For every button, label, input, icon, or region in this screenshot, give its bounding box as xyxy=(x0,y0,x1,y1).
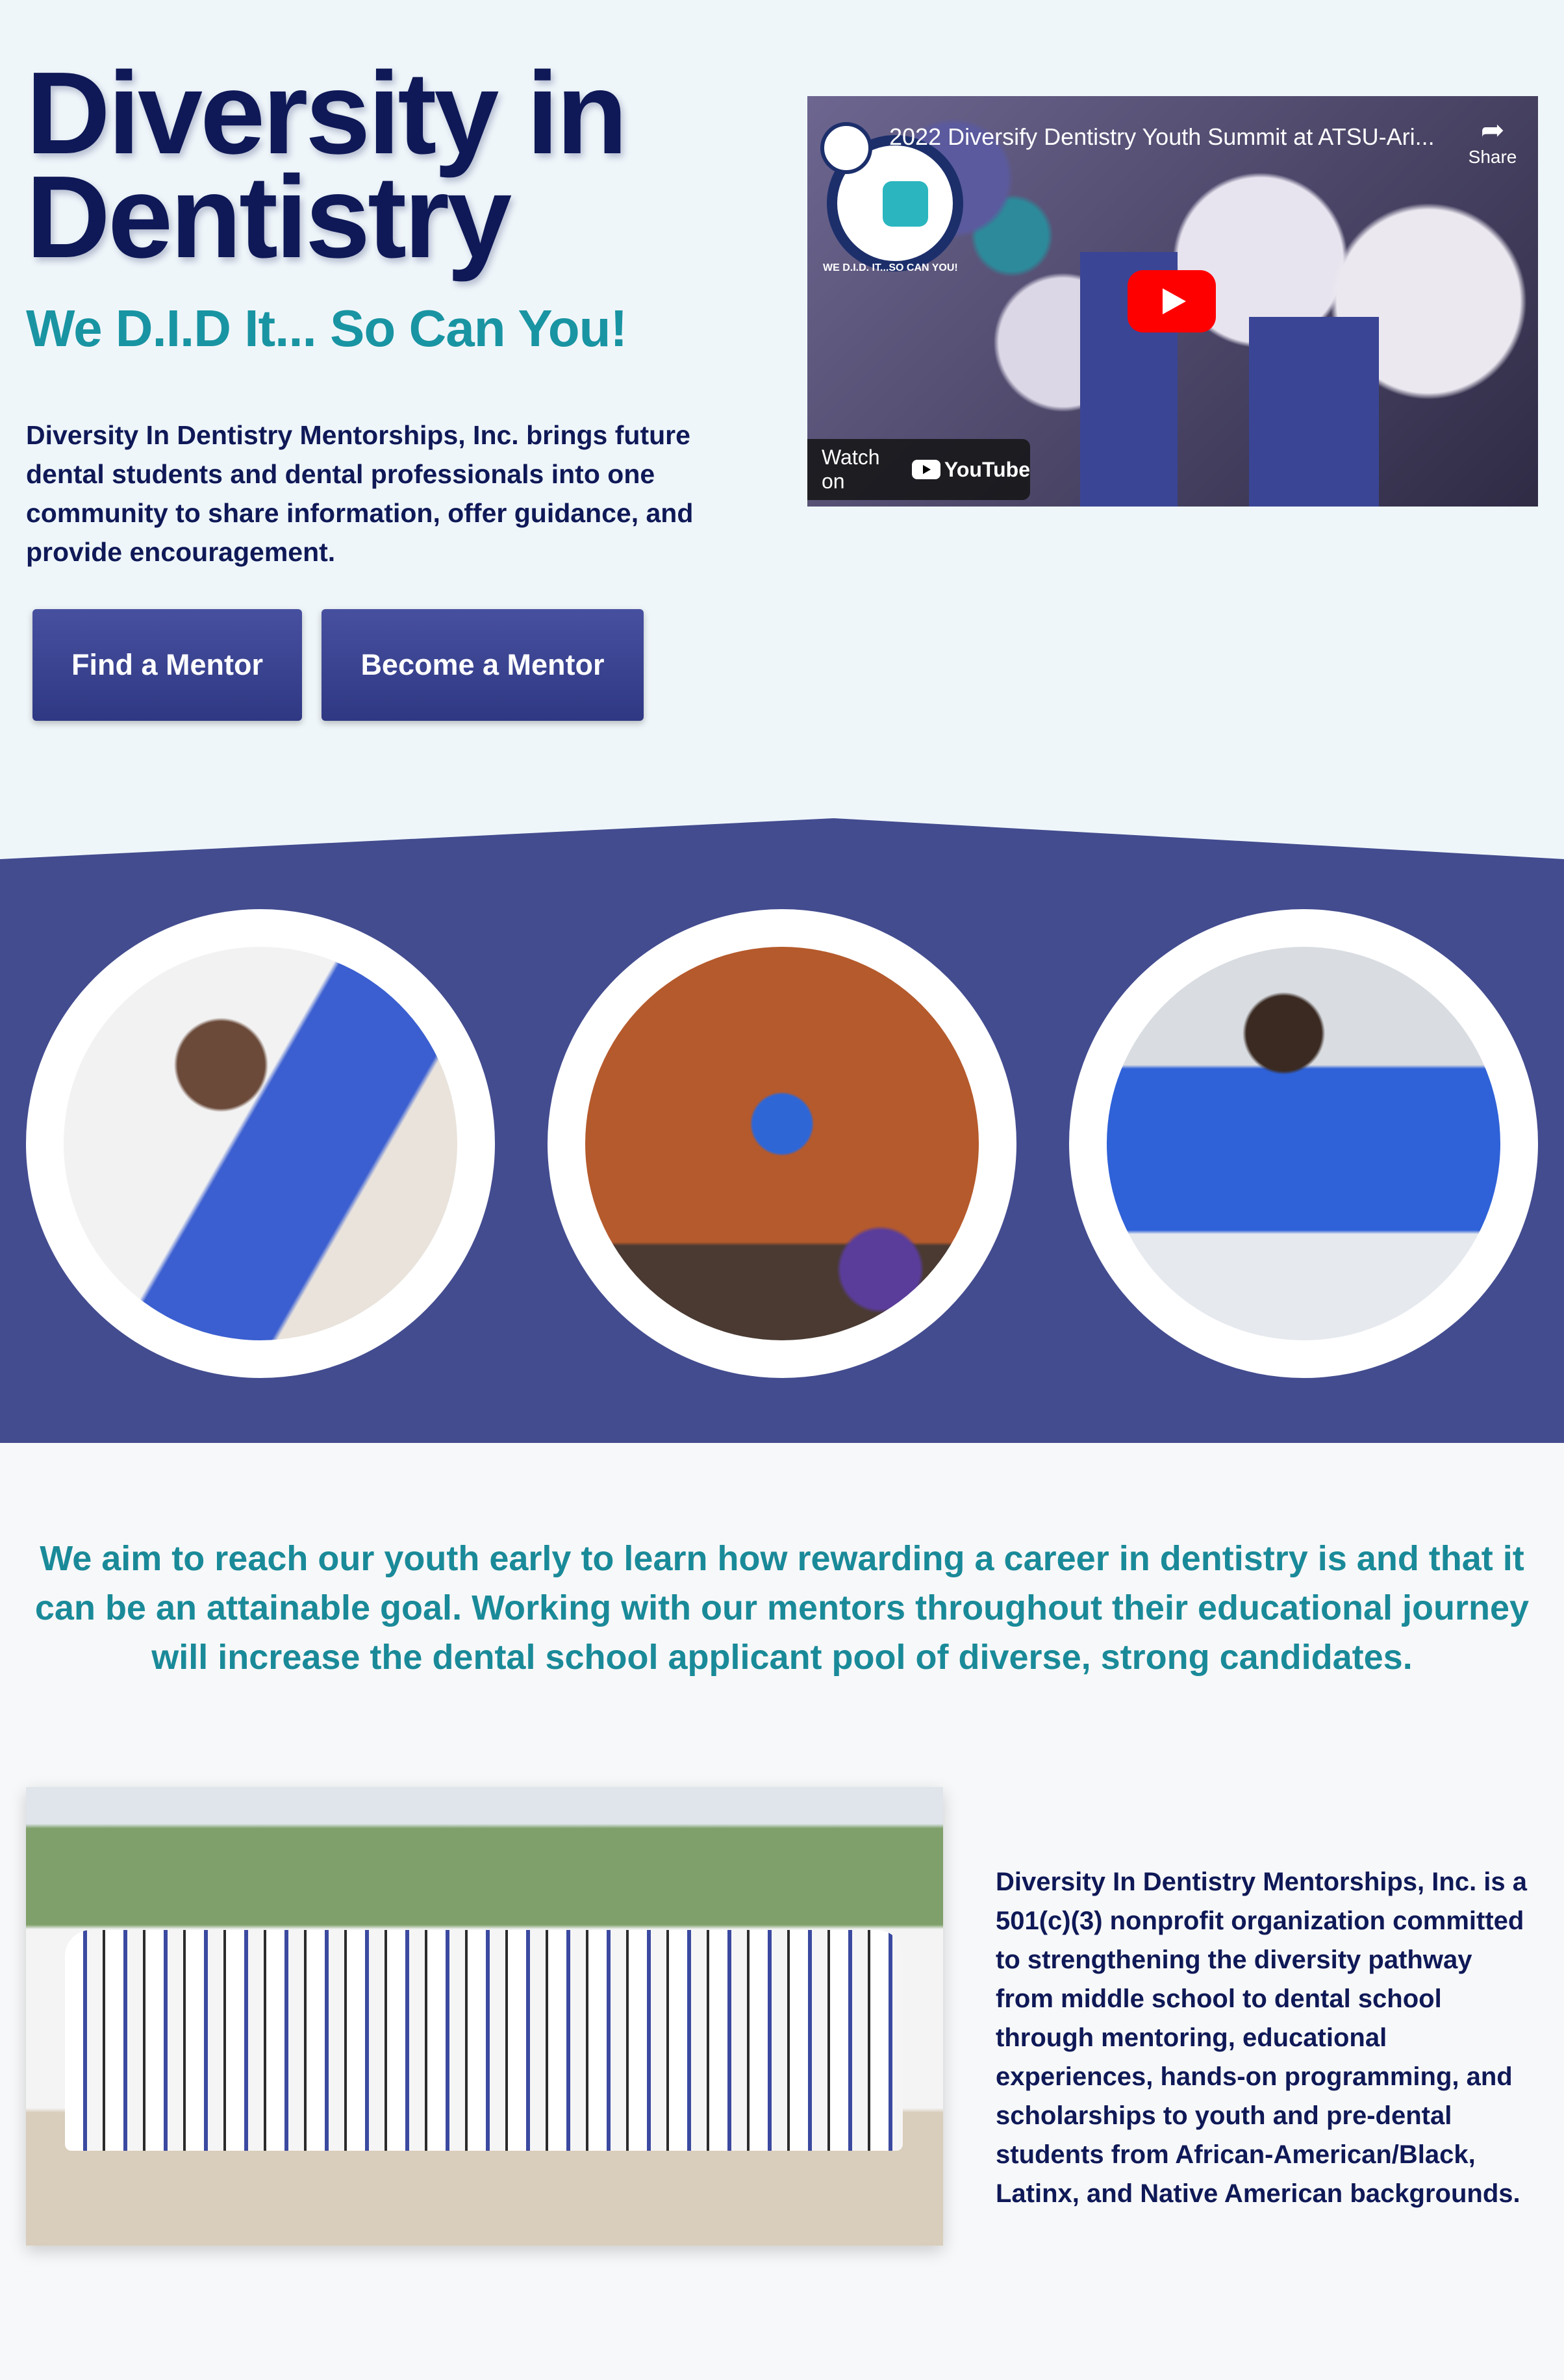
gallery-photo-frame xyxy=(548,909,1016,1378)
gallery-photo-frame xyxy=(1069,909,1538,1378)
about-paragraph: Diversity In Dentistry Mentorships, Inc.… xyxy=(996,1868,1528,2208)
tagline: We D.I.D It... So Can You! xyxy=(26,299,627,357)
intro-paragraph: Diversity In Dentistry Mentorships, Inc.… xyxy=(26,420,694,567)
watch-on-label: Watch on xyxy=(822,445,880,493)
youtube-wordmark: YouTube xyxy=(944,457,1030,481)
channel-logo-icon[interactable] xyxy=(820,122,872,174)
youtube-play-icon xyxy=(911,460,940,479)
share-label: Share xyxy=(1468,147,1517,167)
hero-section: Diversity in Dentistry We D.I.D It... So… xyxy=(0,0,1564,844)
youtube-logo: YouTube xyxy=(911,457,1030,482)
watch-on-youtube-button[interactable]: Watch on YouTube xyxy=(807,439,1030,500)
youtube-video-embed[interactable]: WE D.I.D. IT...SO CAN YOU! 2022 Diversif… xyxy=(807,96,1538,507)
gallery-photo-mentor-with-student xyxy=(64,947,457,1340)
page-title: Diversity in Dentistry xyxy=(26,48,627,282)
tooth-icon xyxy=(883,181,928,227)
play-icon[interactable] xyxy=(1128,270,1216,332)
share-arrow-icon: ➦ xyxy=(1480,114,1505,146)
gallery-photo-student-at-lab-bench xyxy=(1107,947,1500,1340)
video-title[interactable]: 2022 Diversify Dentistry Youth Summit at… xyxy=(889,123,1435,151)
find-mentor-button[interactable]: Find a Mentor xyxy=(32,609,302,721)
group-photo xyxy=(26,1787,943,2246)
badge-text: WE D.I.D. IT...SO CAN YOU! xyxy=(823,262,958,273)
video-thumbnail-shirt xyxy=(1249,317,1379,507)
share-button[interactable]: ➦ Share xyxy=(1467,114,1519,168)
gallery-photo-frame xyxy=(26,909,495,1378)
group-photo-crowd xyxy=(65,1930,903,2151)
gallery-photo-student-in-white-coat xyxy=(585,947,979,1340)
mission-statement: We aim to reach our youth early to learn… xyxy=(34,1539,1530,1677)
become-mentor-button[interactable]: Become a Mentor xyxy=(322,609,644,721)
